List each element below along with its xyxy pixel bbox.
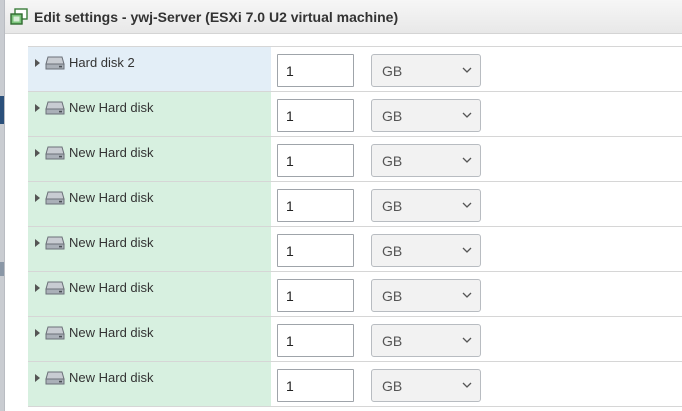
disk-row[interactable]: New Hard disk GB (28, 92, 682, 137)
expand-arrow-icon[interactable] (35, 329, 40, 337)
unit-select-value: GB (382, 108, 403, 124)
disk-row[interactable]: Hard disk 2 GB (28, 47, 682, 92)
disk-label-cell[interactable]: New Hard disk (28, 92, 271, 136)
disk-label-cell[interactable]: New Hard disk (28, 137, 271, 181)
disk-label: New Hard disk (69, 280, 154, 295)
disk-unit-select[interactable]: GB (371, 279, 481, 312)
disk-label-cell[interactable]: New Hard disk (28, 317, 271, 361)
expand-arrow-icon[interactable] (35, 284, 40, 292)
disk-row[interactable]: New Hard disk GB (28, 317, 682, 362)
chevron-down-icon (462, 247, 472, 253)
disk-label: New Hard disk (69, 190, 154, 205)
chevron-down-icon (462, 112, 472, 118)
unit-select-value: GB (382, 288, 403, 304)
disk-size-input[interactable] (277, 279, 354, 312)
chevron-down-icon (462, 202, 472, 208)
disk-size-input[interactable] (277, 144, 354, 177)
disk-label: Hard disk 2 (69, 55, 135, 70)
edit-settings-dialog: Edit settings - ywj-Server (ESXi 7.0 U2 … (4, 0, 682, 411)
disk-unit-select[interactable]: GB (371, 234, 481, 267)
dialog-title: Edit settings - ywj-Server (ESXi 7.0 U2 … (34, 8, 399, 25)
dialog-titlebar[interactable]: Edit settings - ywj-Server (ESXi 7.0 U2 … (5, 0, 682, 34)
expand-arrow-icon[interactable] (35, 194, 40, 202)
hard-disk-icon (45, 146, 65, 160)
disk-label-cell[interactable]: New Hard disk (28, 227, 271, 271)
hard-disk-icon (45, 101, 65, 115)
hard-disk-icon (45, 236, 65, 250)
unit-select-value: GB (382, 63, 403, 79)
disk-settings-table: Hard disk 2 GB New Hard disk GB (5, 34, 682, 411)
disk-size-input[interactable] (277, 99, 354, 132)
disk-size-input[interactable] (277, 189, 354, 222)
disk-row[interactable]: New Hard disk GB (28, 362, 682, 407)
hard-disk-icon (45, 326, 65, 340)
unit-select-value: GB (382, 243, 403, 259)
chevron-down-icon (462, 382, 472, 388)
chevron-down-icon (462, 157, 472, 163)
disk-size-input[interactable] (277, 54, 354, 87)
expand-arrow-icon[interactable] (35, 104, 40, 112)
disk-label-cell[interactable]: New Hard disk (28, 362, 271, 406)
hard-disk-icon (45, 371, 65, 385)
disk-unit-select[interactable]: GB (371, 54, 481, 87)
expand-arrow-icon[interactable] (35, 374, 40, 382)
disk-label-cell[interactable]: Hard disk 2 (28, 47, 271, 91)
disk-unit-select[interactable]: GB (371, 144, 481, 177)
unit-select-value: GB (382, 198, 403, 214)
expand-arrow-icon[interactable] (35, 149, 40, 157)
disk-label: New Hard disk (69, 145, 154, 160)
disk-unit-select[interactable]: GB (371, 324, 481, 357)
disk-unit-select[interactable]: GB (371, 369, 481, 402)
disk-label-cell[interactable]: New Hard disk (28, 272, 271, 316)
expand-arrow-icon[interactable] (35, 239, 40, 247)
disk-size-input[interactable] (277, 369, 354, 402)
disk-row[interactable]: New Hard disk GB (28, 182, 682, 227)
disk-unit-select[interactable]: GB (371, 99, 481, 132)
expand-arrow-icon[interactable] (35, 59, 40, 67)
unit-select-value: GB (382, 378, 403, 394)
unit-select-value: GB (382, 333, 403, 349)
chevron-down-icon (462, 67, 472, 73)
disk-unit-select[interactable]: GB (371, 189, 481, 222)
hard-disk-icon (45, 281, 65, 295)
disk-label-cell[interactable]: New Hard disk (28, 182, 271, 226)
vm-settings-icon (10, 7, 28, 25)
hard-disk-icon (45, 56, 65, 70)
chevron-down-icon (462, 292, 472, 298)
disk-row[interactable]: New Hard disk GB (28, 272, 682, 317)
chevron-down-icon (462, 337, 472, 343)
disk-row[interactable]: New Hard disk GB (28, 227, 682, 272)
disk-label: New Hard disk (69, 100, 154, 115)
unit-select-value: GB (382, 153, 403, 169)
disk-label: New Hard disk (69, 325, 154, 340)
disk-label: New Hard disk (69, 235, 154, 250)
disk-row[interactable]: New Hard disk GB (28, 137, 682, 182)
disk-label: New Hard disk (69, 370, 154, 385)
disk-size-input[interactable] (277, 234, 354, 267)
hard-disk-icon (45, 191, 65, 205)
disk-size-input[interactable] (277, 324, 354, 357)
